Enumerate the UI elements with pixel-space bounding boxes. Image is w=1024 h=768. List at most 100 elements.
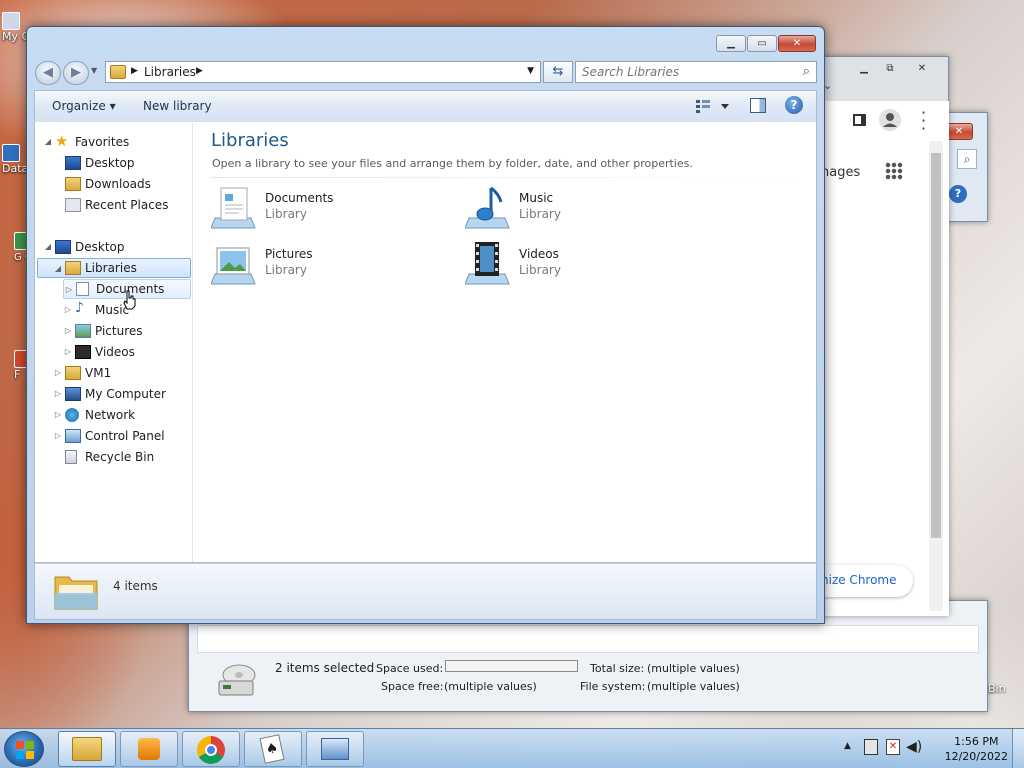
close-button[interactable]: ✕	[945, 123, 973, 140]
minimize-button[interactable]: ▁	[853, 61, 875, 78]
tree-label: Desktop	[85, 156, 135, 170]
breadcrumb-separator-icon[interactable]: ▶	[131, 66, 138, 76]
folder-icon	[72, 737, 102, 761]
system-tray: ▲ ✕ ◀) 1:56 PM 12/20/2022	[840, 729, 1024, 768]
page-title: Libraries	[211, 130, 289, 151]
expand-icon[interactable]: ▷	[53, 405, 63, 425]
close-button[interactable]: ✕	[778, 35, 816, 52]
search-box[interactable]: ⌕	[575, 61, 817, 83]
expand-icon[interactable]: ▷	[63, 300, 73, 320]
film-icon	[75, 345, 91, 359]
cards-icon: ♠	[259, 734, 285, 764]
music-library-icon	[464, 184, 513, 232]
tree-item-downloads[interactable]: Downloads	[43, 174, 188, 194]
collapse-icon[interactable]: ◢	[43, 237, 53, 257]
tree-item-desktop[interactable]: ◢ Desktop	[43, 237, 188, 257]
document-icon	[76, 282, 89, 296]
maximize-button[interactable]: ⧉	[879, 61, 901, 78]
downloads-folder-icon	[65, 177, 81, 191]
refresh-button[interactable]: ⇆	[543, 61, 573, 83]
tree-item-my-computer[interactable]: ▷ My Computer	[53, 384, 188, 404]
organize-button[interactable]: Organize ▾	[52, 99, 116, 113]
library-name: Videos	[519, 247, 559, 261]
view-options-icon[interactable]	[695, 99, 731, 113]
search-input[interactable]	[582, 63, 792, 81]
tree-item-recycle-bin[interactable]: Recycle Bin	[53, 447, 183, 467]
expand-icon[interactable]: ▷	[53, 363, 63, 383]
control-panel-icon	[321, 738, 349, 760]
preview-pane-icon[interactable]	[750, 98, 766, 113]
apps-grid-icon[interactable]	[885, 162, 903, 180]
new-library-button[interactable]: New library	[143, 99, 212, 113]
network-tray-icon[interactable]	[864, 739, 878, 755]
expand-icon[interactable]: ▷	[53, 384, 63, 404]
scrollbar[interactable]	[929, 141, 943, 611]
tree-item-pictures[interactable]: ▷ Pictures	[63, 321, 183, 341]
clock[interactable]: 1:56 PM 12/20/2022	[945, 734, 1008, 764]
taskbar-solitaire-button[interactable]: ♠	[244, 731, 302, 767]
tree-item-recent-places[interactable]: Recent Places	[43, 195, 188, 215]
chrome-window[interactable]: ▁ ⧉ ✕ ⌄ · · · nages nize Chrome	[801, 56, 949, 616]
address-row: ◀ ▶ ▼ ▶ Libraries ▶ ▼ ⇆ ⌕	[35, 59, 817, 85]
recent-pages-chevron-icon[interactable]: ▼	[91, 66, 97, 75]
help-icon[interactable]: ?	[785, 96, 803, 114]
address-dropdown-icon[interactable]: ▼	[527, 66, 534, 76]
profile-avatar[interactable]	[879, 109, 901, 131]
start-button[interactable]	[4, 731, 44, 767]
help-icon[interactable]: ?	[949, 185, 967, 203]
tree-label: Videos	[95, 345, 135, 359]
search-icon[interactable]: ⌕	[957, 149, 977, 169]
tree-item-network[interactable]: ▷ Network	[53, 405, 183, 425]
drive-icon	[215, 661, 259, 699]
library-videos[interactable]: Videos Library	[464, 240, 705, 290]
maximize-button[interactable]: ▭	[747, 35, 777, 52]
library-pictures[interactable]: Pictures Library	[210, 240, 451, 290]
tree-item-vm1[interactable]: ▷ VM1	[53, 363, 183, 383]
tree-item-desktop-favorite[interactable]: Desktop	[43, 153, 188, 173]
collapse-icon[interactable]: ◢	[53, 259, 63, 279]
tree-item-libraries[interactable]: ◢ Libraries	[37, 258, 191, 278]
taskbar-media-player-button[interactable]	[120, 731, 178, 767]
tree-item-favorites[interactable]: ◢ ★ Favorites	[43, 132, 188, 152]
address-bar[interactable]: ▶ Libraries ▶ ▼	[105, 61, 541, 83]
tree-item-videos[interactable]: ▷ Videos	[63, 342, 183, 362]
expand-icon[interactable]: ▷	[63, 321, 73, 341]
tree-label: VM1	[85, 366, 112, 380]
library-name: Pictures	[265, 247, 313, 261]
recent-places-icon	[65, 198, 81, 212]
tree-item-control-panel[interactable]: ▷ Control Panel	[53, 426, 188, 446]
desktop-icon	[55, 240, 71, 254]
taskbar-explorer-button[interactable]	[58, 731, 116, 767]
images-link[interactable]: nages	[821, 165, 860, 180]
scrollbar-thumb[interactable]	[931, 153, 941, 538]
kebab-menu-icon[interactable]: · · ·	[921, 105, 926, 137]
expand-icon[interactable]: ▷	[63, 342, 73, 362]
volume-icon[interactable]: ◀)	[906, 739, 922, 755]
back-button[interactable]: ◀	[35, 61, 61, 85]
library-music[interactable]: Music Library	[464, 184, 705, 234]
forward-button[interactable]: ▶	[63, 61, 89, 85]
minimize-button[interactable]: ▁	[716, 35, 746, 52]
close-button[interactable]: ✕	[911, 61, 933, 78]
show-hidden-icons-icon[interactable]: ▲	[844, 741, 851, 751]
taskbar-chrome-button[interactable]	[182, 731, 240, 767]
library-type: Library	[265, 263, 307, 277]
tree-label: Recycle Bin	[85, 450, 155, 464]
show-desktop-button[interactable]	[1012, 729, 1024, 768]
library-documents[interactable]: Documents Library	[210, 184, 451, 234]
side-panel-icon[interactable]	[853, 114, 866, 126]
breadcrumb-separator-icon[interactable]: ▶	[196, 66, 203, 76]
space-free-label: Space free:	[381, 680, 444, 693]
clock-date: 12/20/2022	[944, 750, 1008, 763]
desktop-icon-recycle-bin[interactable]: Bin	[988, 682, 1018, 695]
clock-time: 1:56 PM	[954, 735, 999, 748]
chrome-page: · · · nages nize Chrome	[801, 101, 949, 616]
expand-icon[interactable]: ▷	[53, 426, 63, 446]
taskbar-control-panel-button[interactable]	[306, 731, 364, 767]
expand-icon[interactable]: ▷	[64, 280, 74, 300]
explorer-window[interactable]: ▁ ▭ ✕ ◀ ▶ ▼ ▶ Libraries ▶ ▼ ⇆ ⌕ Organize…	[26, 26, 825, 624]
breadcrumb-libraries[interactable]: Libraries	[144, 65, 196, 79]
collapse-icon[interactable]: ◢	[43, 132, 53, 152]
shortcut-icon	[2, 144, 20, 162]
action-center-icon[interactable]: ✕	[886, 739, 900, 755]
